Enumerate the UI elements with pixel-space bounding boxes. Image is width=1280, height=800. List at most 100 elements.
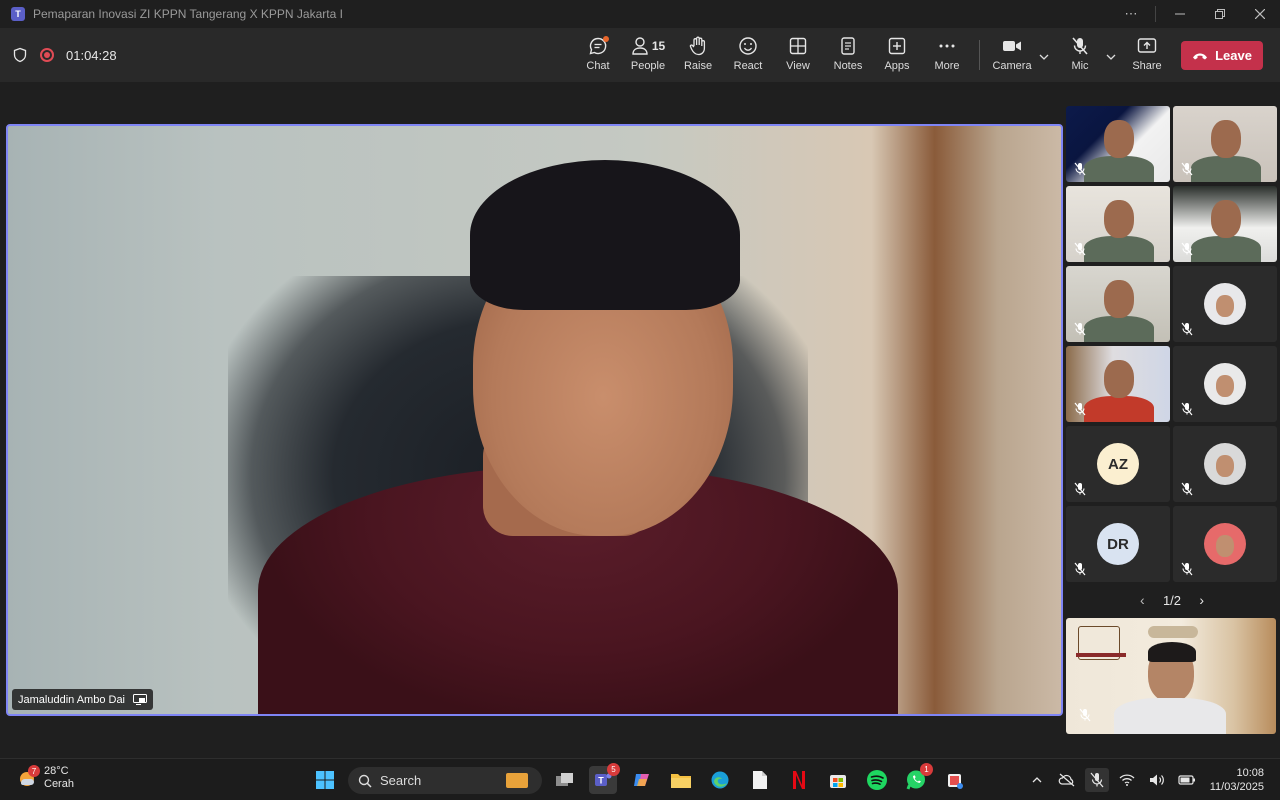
windows-taskbar: 7 28°C Cerah Search T 5 1 10:08 11/03/20…: [0, 758, 1280, 800]
show-hidden-icons-chevron-icon[interactable]: [1025, 768, 1049, 792]
taskbar-snipping-tool[interactable]: [941, 766, 969, 794]
wifi-icon[interactable]: [1115, 768, 1139, 792]
participant-tile[interactable]: [1173, 346, 1277, 422]
task-view-button[interactable]: [551, 766, 579, 794]
shared-content-tile[interactable]: [1066, 618, 1276, 734]
mic-off-icon: [1181, 482, 1193, 496]
presenter-hair: [1148, 642, 1196, 662]
edge-icon: [711, 771, 729, 789]
mic-off-icon: [1079, 708, 1091, 722]
mic-off-icon: [1181, 562, 1193, 576]
share-button[interactable]: Share: [1122, 36, 1172, 76]
chat-label: Chat: [586, 60, 610, 72]
folder-icon: [671, 774, 691, 788]
participant-photo-avatar: [1204, 363, 1246, 405]
taskbar-teams[interactable]: T 5: [589, 763, 620, 794]
view-button[interactable]: View: [773, 36, 823, 76]
camera-button[interactable]: Camera: [987, 36, 1037, 76]
react-button[interactable]: React: [723, 36, 773, 76]
apps-label: Apps: [884, 60, 910, 72]
participant-tile[interactable]: [1173, 106, 1277, 182]
camera-options-chevron-icon[interactable]: [1037, 50, 1051, 64]
next-page-icon[interactable]: ›: [1199, 592, 1204, 608]
system-clock[interactable]: 10:08 11/03/2025: [1210, 766, 1264, 794]
taskbar-store[interactable]: [824, 766, 852, 794]
taskbar-file-explorer[interactable]: [667, 766, 695, 794]
raise-hand-icon: [689, 36, 707, 56]
weather-temperature: 28°C: [44, 765, 69, 777]
gallery-pager: ‹ 1/2 ›: [1140, 590, 1204, 610]
avatar-face: [1216, 535, 1234, 557]
divider: [1155, 6, 1156, 22]
participant-photo-avatar: [1204, 523, 1246, 565]
participant-tile[interactable]: [1066, 266, 1170, 342]
chat-button[interactable]: Chat: [573, 36, 623, 76]
volume-icon[interactable]: [1145, 768, 1169, 792]
toolbar-divider: [979, 40, 980, 70]
taskbar-netflix[interactable]: [785, 766, 813, 794]
shield-icon[interactable]: [12, 47, 28, 63]
more-label: More: [934, 60, 960, 72]
snipping-tool-icon: [948, 774, 963, 789]
taskbar-copilot[interactable]: [628, 766, 656, 794]
participant-tile[interactable]: [1173, 426, 1277, 502]
taskbar-whatsapp[interactable]: 1: [902, 763, 933, 794]
mic-off-icon: [1074, 322, 1086, 336]
weather-description: Cerah: [44, 778, 74, 790]
taskbar-edge[interactable]: [706, 766, 734, 794]
weather-widget[interactable]: 7 28°C Cerah: [16, 765, 74, 791]
participant-tile[interactable]: [1066, 186, 1170, 262]
mic-off-icon: [1070, 36, 1090, 56]
clock-date: 11/03/2025: [1209, 781, 1264, 793]
recording-icon: [40, 48, 54, 62]
mic-off-icon: [1074, 482, 1086, 496]
previous-page-icon[interactable]: ‹: [1140, 592, 1145, 608]
participant-tile[interactable]: [1066, 106, 1170, 182]
search-highlight-icon: [506, 773, 528, 788]
participant-body: [1084, 396, 1154, 422]
participant-tile[interactable]: [1173, 266, 1277, 342]
smiley-icon: [738, 36, 758, 56]
apps-button[interactable]: Apps: [872, 36, 922, 76]
task-view-icon: [556, 773, 573, 786]
raise-label: Raise: [683, 60, 713, 72]
participant-body: [1191, 156, 1261, 182]
participant-tile[interactable]: DR: [1066, 506, 1170, 582]
restore-button[interactable]: [1200, 0, 1240, 28]
minimize-button[interactable]: [1160, 0, 1200, 28]
main-speaker-video[interactable]: Jamaluddin Ambo Dai: [6, 124, 1063, 716]
chat-icon: [588, 36, 609, 56]
netflix-icon: [793, 771, 805, 789]
participant-tile[interactable]: [1173, 186, 1277, 262]
battery-icon[interactable]: [1175, 768, 1199, 792]
clock-time: 10:08: [1236, 767, 1264, 779]
avatar-face: [1216, 375, 1234, 397]
tray-mic-muted-icon[interactable]: [1084, 768, 1109, 792]
camera-label: Camera: [992, 60, 1032, 72]
taskbar-document[interactable]: [746, 766, 774, 794]
participant-tile[interactable]: AZ: [1066, 426, 1170, 502]
mic-options-chevron-icon[interactable]: [1104, 50, 1118, 64]
mic-button[interactable]: Mic: [1055, 36, 1105, 76]
taskbar-spotify[interactable]: [863, 766, 891, 794]
meeting-timer: 01:04:28: [66, 47, 117, 63]
participant-tile[interactable]: [1066, 346, 1170, 422]
onedrive-off-icon[interactable]: [1055, 768, 1079, 792]
mic-off-icon: [1181, 242, 1193, 256]
close-button[interactable]: [1240, 0, 1280, 28]
participant-tile[interactable]: [1173, 506, 1277, 582]
presenter-shirt: [1114, 698, 1226, 734]
notes-label: Notes: [833, 60, 863, 72]
mic-off-icon: [1074, 242, 1086, 256]
raise-hand-button[interactable]: Raise: [673, 36, 723, 76]
start-button[interactable]: [311, 766, 339, 794]
more-options-icon[interactable]: ⋯: [1111, 0, 1151, 28]
weather-badge: 7: [28, 765, 40, 777]
leave-button[interactable]: Leave: [1181, 41, 1263, 70]
more-button[interactable]: More: [922, 36, 972, 76]
people-button[interactable]: 15 People: [623, 36, 673, 76]
notes-button[interactable]: Notes: [823, 36, 873, 76]
participant-photo-avatar: [1204, 443, 1246, 485]
taskbar-search[interactable]: Search: [348, 767, 542, 794]
store-icon: [830, 775, 846, 788]
